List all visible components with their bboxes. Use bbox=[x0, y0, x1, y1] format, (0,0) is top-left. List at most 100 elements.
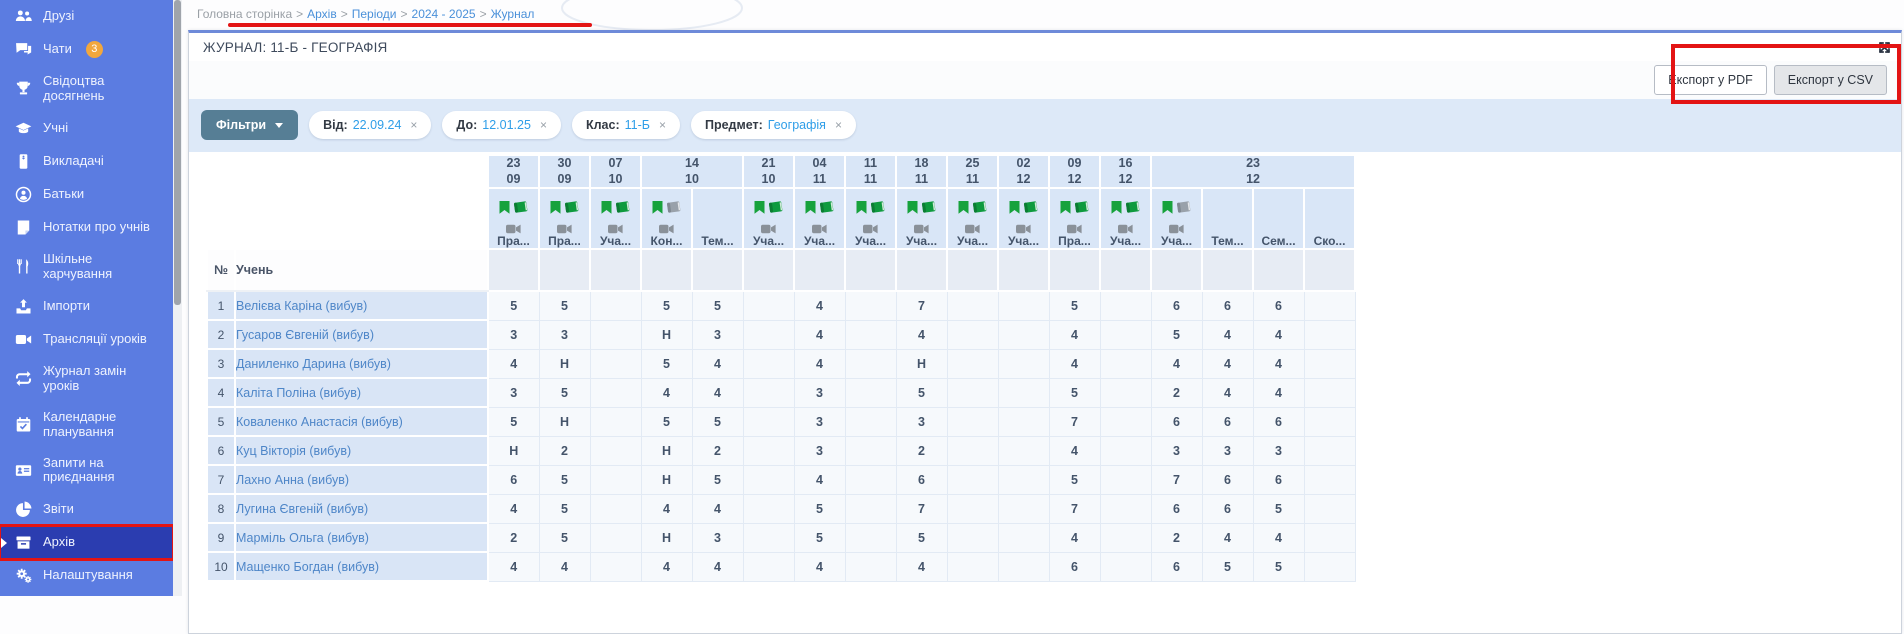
grade-cell bbox=[1304, 291, 1355, 320]
lesson-type-header: Уча... bbox=[1100, 188, 1151, 249]
student-number: 3 bbox=[207, 349, 235, 378]
filter-chip-2[interactable]: Клас:11-Б× bbox=[572, 111, 680, 139]
sidebar-item-parents[interactable]: Батьки bbox=[0, 178, 173, 211]
sidebar-item-meals[interactable]: Шкільне харчування bbox=[0, 244, 173, 290]
student-number: 6 bbox=[207, 436, 235, 465]
filter-chip-3[interactable]: Предмет:Географія× bbox=[691, 111, 856, 139]
grade-cell: 4 bbox=[692, 349, 743, 378]
student-row: 9Марміль Ольга (вибув)25Н3554244 bbox=[207, 523, 1355, 552]
filter-chip-0[interactable]: Від:22.09.24× bbox=[309, 111, 431, 139]
main-content: Головна сторінка>Архів>Періоди>2024 - 20… bbox=[182, 0, 1904, 596]
grade-cell: 3 bbox=[794, 407, 845, 436]
sidebar-item-archive[interactable]: Архів bbox=[0, 526, 173, 559]
student-row: 4Каліта Поліна (вибув)3544355244 bbox=[207, 378, 1355, 407]
scrollbar-thumb[interactable] bbox=[174, 0, 181, 305]
sidebar-item-friends[interactable]: Друзі bbox=[0, 0, 173, 33]
sidebar-item-settings[interactable]: Налаштування bbox=[0, 559, 173, 592]
sidebar-item-substitutions[interactable]: Журнал замін уроків bbox=[0, 356, 173, 402]
grade-cell: 5 bbox=[692, 465, 743, 494]
grade-cell: 5 bbox=[692, 291, 743, 320]
grade-cell bbox=[947, 523, 998, 552]
breadcrumb-link[interactable]: Архів bbox=[307, 7, 337, 21]
student-number: 2 bbox=[207, 320, 235, 349]
breadcrumb-link[interactable]: 2024 - 2025 bbox=[412, 7, 476, 21]
sidebar-item-reports[interactable]: Звіти bbox=[0, 493, 173, 526]
student-link[interactable]: Марміль Ольга (вибув) bbox=[236, 531, 369, 545]
student-column-header: Учень bbox=[235, 249, 488, 291]
student-link[interactable]: Коваленко Анастасія (вибув) bbox=[236, 415, 403, 429]
grade-cell: 4 bbox=[1253, 378, 1304, 407]
grade-cell bbox=[998, 291, 1049, 320]
lesson-type-header: Тем... bbox=[692, 188, 743, 249]
student-name-cell: Лахно Анна (вибув) bbox=[235, 465, 488, 494]
grade-cell: 5 bbox=[539, 378, 590, 407]
breadcrumb-link[interactable]: Журнал bbox=[491, 7, 535, 21]
student-link[interactable]: Каліта Поліна (вибув) bbox=[236, 386, 361, 400]
breadcrumb-link[interactable]: Періоди bbox=[352, 7, 397, 21]
imports-icon bbox=[15, 298, 32, 315]
grade-cell bbox=[998, 465, 1049, 494]
student-link[interactable]: Гусаров Євгеній (вибув) bbox=[236, 328, 374, 342]
grade-cell: 5 bbox=[488, 407, 539, 436]
student-link[interactable]: Велієва Каріна (вибув) bbox=[236, 299, 367, 313]
student-link[interactable]: Лугина Євгеній (вибув) bbox=[236, 502, 368, 516]
grade-cell bbox=[1304, 349, 1355, 378]
filter-chip-value: Географія bbox=[768, 118, 826, 132]
filters-button[interactable]: Фільтри bbox=[201, 110, 298, 140]
column-subheader bbox=[794, 249, 845, 291]
grade-cell: 5 bbox=[1151, 320, 1202, 349]
filter-chip-1[interactable]: До:12.01.25× bbox=[442, 111, 561, 139]
journal-card-header: ЖУРНАЛ: 11-Б - ГЕОГРАФІЯ bbox=[189, 33, 1901, 61]
grade-cell: 7 bbox=[1049, 494, 1100, 523]
student-name-cell: Каліта Поліна (вибув) bbox=[235, 378, 488, 407]
filter-chip-remove-icon[interactable]: × bbox=[410, 118, 417, 132]
breadcrumb-link[interactable]: Головна сторінка bbox=[197, 7, 292, 21]
lesson-type-label: Сем... bbox=[1254, 231, 1303, 248]
student-link[interactable]: Мащенко Богдан (вибув) bbox=[236, 560, 379, 574]
grade-cell: Н bbox=[539, 349, 590, 378]
student-row: 8Лугина Євгеній (вибув)4544577665 bbox=[207, 494, 1355, 523]
sidebar-item-students[interactable]: Учні bbox=[0, 112, 173, 145]
sidebar-item-teachers[interactable]: Викладачі bbox=[0, 145, 173, 178]
sidebar-item-broadcasts[interactable]: Трансляції уроків bbox=[0, 323, 173, 356]
sidebar-item-join-requests[interactable]: Запити на приєднання bbox=[0, 448, 173, 494]
student-link[interactable]: Куц Вікторія (вибув) bbox=[236, 444, 351, 458]
sidebar-item-notes[interactable]: Нотатки про учнів bbox=[0, 211, 173, 244]
bookmark-icon bbox=[601, 201, 612, 219]
journal-table: 2309300907101410211004111111181125110212… bbox=[206, 154, 1356, 582]
grade-cell: 5 bbox=[539, 494, 590, 523]
video-camera-icon bbox=[965, 221, 980, 231]
export-pdf-button[interactable]: Експорт у PDF bbox=[1654, 65, 1767, 95]
video-camera-icon bbox=[1169, 221, 1184, 231]
grade-cell: 2 bbox=[692, 436, 743, 465]
grade-cell: 6 bbox=[1253, 407, 1304, 436]
lesson-type-header: Сем... bbox=[1253, 188, 1304, 249]
grade-cell: 5 bbox=[1049, 291, 1100, 320]
student-link[interactable]: Даниленко Дарина (вибув) bbox=[236, 357, 391, 371]
grade-cell: 5 bbox=[794, 523, 845, 552]
sidebar-item-chats[interactable]: Чати3 bbox=[0, 33, 173, 66]
lesson-type-label: Уча... bbox=[591, 231, 640, 248]
lesson-type-label: Уча... bbox=[897, 231, 946, 248]
column-subheader bbox=[1100, 249, 1151, 291]
filter-chip-value: 12.01.25 bbox=[482, 118, 531, 132]
meals-icon bbox=[15, 258, 32, 275]
grade-cell bbox=[590, 436, 641, 465]
video-camera-icon bbox=[608, 221, 623, 231]
lesson-type-label: Тем... bbox=[693, 231, 742, 248]
video-camera-icon bbox=[1016, 221, 1031, 231]
date-header: 0411 bbox=[794, 155, 845, 188]
student-link[interactable]: Лахно Анна (вибув) bbox=[236, 473, 349, 487]
filter-chip-remove-icon[interactable]: × bbox=[835, 118, 842, 132]
grade-cell bbox=[590, 291, 641, 320]
reports-icon bbox=[15, 501, 32, 518]
student-number: 4 bbox=[207, 378, 235, 407]
grade-cell: 4 bbox=[641, 552, 692, 581]
export-csv-button[interactable]: Експорт у CSV bbox=[1774, 65, 1887, 95]
filter-chip-remove-icon[interactable]: × bbox=[659, 118, 666, 132]
sidebar-item-certificates[interactable]: Свідоцтва досягнень bbox=[0, 66, 173, 112]
expand-icon[interactable] bbox=[1878, 41, 1891, 54]
sidebar-item-imports[interactable]: Імпорти bbox=[0, 290, 173, 323]
filter-chip-remove-icon[interactable]: × bbox=[540, 118, 547, 132]
sidebar-item-calendar[interactable]: Календарне планування bbox=[0, 402, 173, 448]
